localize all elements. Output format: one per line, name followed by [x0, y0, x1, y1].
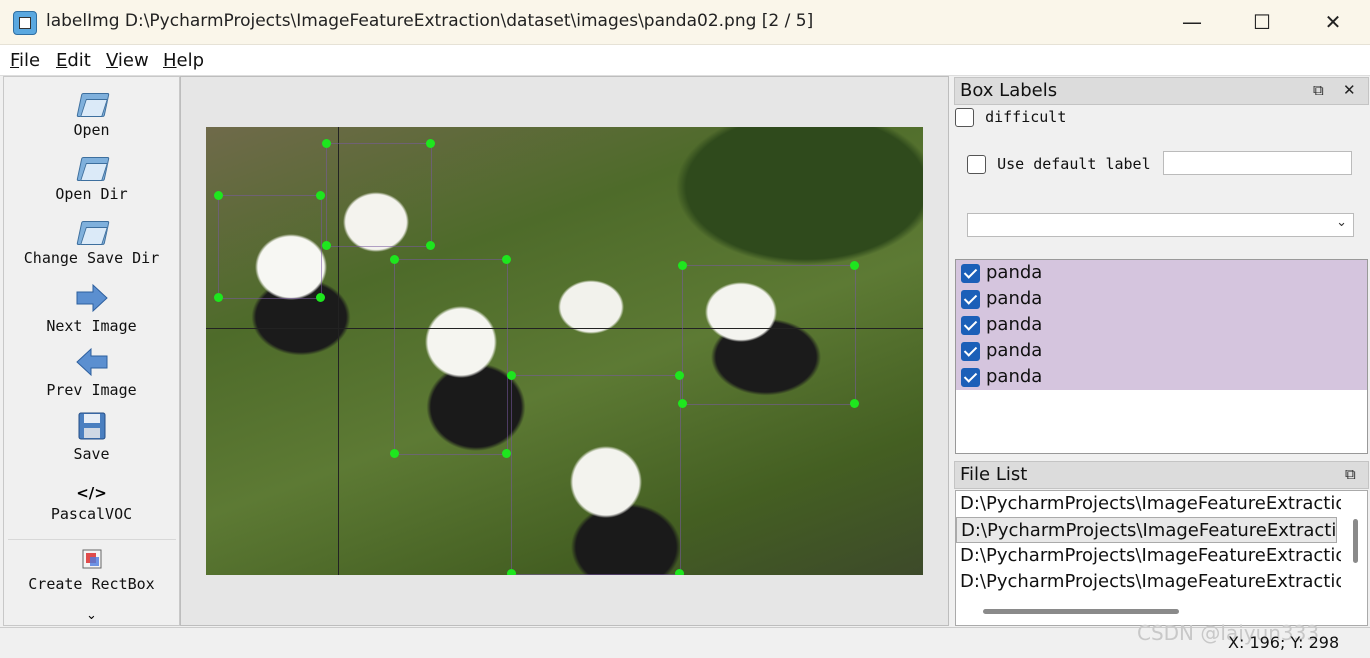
label-visible-checkbox[interactable]: [961, 368, 980, 387]
use-default-label-text: Use default label: [997, 155, 1151, 173]
change-save-dir-tool[interactable]: Change Save Dir: [4, 219, 179, 267]
window-title: labelImg D:\PycharmProjects\ImageFeature…: [46, 11, 814, 31]
bounding-box[interactable]: [394, 259, 508, 455]
box-handle[interactable]: [390, 255, 399, 264]
use-default-label-checkbox[interactable]: [967, 155, 986, 174]
label-list-item[interactable]: panda: [956, 260, 1367, 286]
next-image-tool[interactable]: Next Image: [4, 283, 179, 335]
tools-toolbar: Open Open Dir Change Save Dir Next Image…: [3, 76, 180, 626]
file-list[interactable]: D:\PycharmProjects\ImageFeatureExtractio…: [955, 490, 1368, 626]
format-toggle-tool[interactable]: </> PascalVOC: [4, 481, 179, 523]
prev-image-label: Prev Image: [46, 381, 137, 399]
file-list-dock-title: File List ⧉: [954, 461, 1369, 489]
file-list-item[interactable]: D:\PycharmProjects\ImageFeatureExtractio…: [956, 569, 1341, 595]
arrow-right-icon: [76, 283, 108, 313]
box-labels-dock-title: Box Labels ⧉ ✕: [954, 77, 1369, 105]
minimize-button[interactable]: —: [1172, 6, 1212, 38]
difficult-checkbox[interactable]: [955, 108, 974, 127]
box-handle[interactable]: [502, 255, 511, 264]
folder-open-icon: [77, 155, 107, 181]
bounding-box[interactable]: [218, 195, 322, 299]
floppy-disk-icon: [78, 412, 105, 440]
box-handle[interactable]: [322, 139, 331, 148]
file-list-item[interactable]: D:\PycharmProjects\ImageFeatureExtractio…: [956, 491, 1341, 517]
open-label: Open: [73, 121, 110, 139]
label-combo-box[interactable]: ⌄: [967, 213, 1354, 237]
close-dock-icon[interactable]: ✕: [1343, 81, 1356, 99]
title-bar: labelImg D:\PycharmProjects\ImageFeature…: [0, 0, 1370, 45]
create-rectbox-tool[interactable]: Create RectBox: [4, 547, 179, 593]
menu-bar: File Edit View Help: [0, 45, 1370, 76]
difficult-label: difficult: [985, 108, 1067, 126]
maximize-button[interactable]: ☐: [1242, 6, 1282, 38]
box-handle[interactable]: [675, 371, 684, 380]
open-tool[interactable]: Open: [4, 91, 179, 139]
menu-help[interactable]: Help: [163, 50, 204, 71]
bounding-box[interactable]: [326, 143, 432, 247]
label-list-item[interactable]: panda: [956, 338, 1367, 364]
box-handle[interactable]: [214, 293, 223, 302]
box-handle[interactable]: [850, 399, 859, 408]
save-label: Save: [73, 445, 110, 463]
change-save-dir-label: Change Save Dir: [23, 249, 160, 267]
menu-view[interactable]: View: [106, 50, 149, 71]
box-handle[interactable]: [507, 569, 516, 575]
label-visible-checkbox[interactable]: [961, 316, 980, 335]
label-list-item[interactable]: panda: [956, 364, 1367, 390]
box-handle[interactable]: [507, 371, 516, 380]
bounding-box[interactable]: [682, 265, 856, 405]
file-list-item-selected[interactable]: D:\PycharmProjects\ImageFeatureExtractio…: [956, 517, 1337, 543]
float-dock-icon[interactable]: ⧉: [1345, 465, 1356, 483]
rectbox-icon: [82, 549, 101, 569]
box-handle[interactable]: [322, 241, 331, 250]
label-list-item[interactable]: panda: [956, 312, 1367, 338]
box-handle[interactable]: [316, 293, 325, 302]
chevron-down-icon: ⌄: [1336, 215, 1347, 230]
box-handle[interactable]: [390, 449, 399, 458]
box-handle[interactable]: [316, 191, 325, 200]
folder-open-icon: [77, 219, 107, 245]
file-list-item[interactable]: D:\PycharmProjects\ImageFeatureExtractio…: [956, 543, 1341, 569]
box-handle[interactable]: [426, 241, 435, 250]
open-dir-label: Open Dir: [55, 185, 128, 203]
arrow-left-icon: [75, 347, 107, 377]
menu-file[interactable]: File: [10, 50, 40, 71]
image-canvas[interactable]: [180, 76, 949, 626]
prev-image-tool[interactable]: Prev Image: [4, 347, 179, 399]
label-visible-checkbox[interactable]: [961, 342, 980, 361]
float-dock-icon[interactable]: ⧉: [1313, 81, 1324, 99]
labelimg-app-icon: [13, 11, 37, 35]
cursor-coordinates: X: 196; Y: 298: [1228, 633, 1340, 652]
difficult-checkbox-row[interactable]: difficult: [955, 107, 1066, 127]
toolbar-divider: [8, 539, 176, 540]
box-handle[interactable]: [502, 449, 511, 458]
box-handle[interactable]: [675, 569, 684, 575]
label-list[interactable]: panda panda panda panda panda: [955, 259, 1368, 454]
open-dir-tool[interactable]: Open Dir: [4, 155, 179, 203]
box-handle[interactable]: [214, 191, 223, 200]
box-handle[interactable]: [678, 261, 687, 270]
vertical-scrollbar[interactable]: [1353, 519, 1358, 563]
code-format-icon: </>: [76, 484, 107, 502]
create-rectbox-label: Create RectBox: [28, 575, 155, 593]
label-list-item[interactable]: panda: [956, 286, 1367, 312]
save-tool[interactable]: Save: [4, 411, 179, 463]
next-image-label: Next Image: [46, 317, 137, 335]
toolbar-overflow-chevron-icon[interactable]: ⌄: [4, 609, 179, 623]
panda-image[interactable]: [206, 127, 923, 575]
default-label-input[interactable]: [1163, 151, 1352, 175]
box-handle[interactable]: [678, 399, 687, 408]
close-button[interactable]: ✕: [1313, 6, 1353, 38]
status-bar: CSDN @laiyun333 X: 196; Y: 298: [0, 621, 1370, 658]
bounding-box[interactable]: [511, 375, 681, 575]
folder-open-icon: [77, 91, 107, 117]
use-default-label-row[interactable]: Use default label: [967, 154, 1151, 174]
box-handle[interactable]: [426, 139, 435, 148]
menu-edit[interactable]: Edit: [56, 50, 91, 71]
label-visible-checkbox[interactable]: [961, 264, 980, 283]
format-label: PascalVOC: [50, 505, 133, 523]
label-visible-checkbox[interactable]: [961, 290, 980, 309]
horizontal-scrollbar[interactable]: [983, 609, 1179, 614]
box-handle[interactable]: [850, 261, 859, 270]
